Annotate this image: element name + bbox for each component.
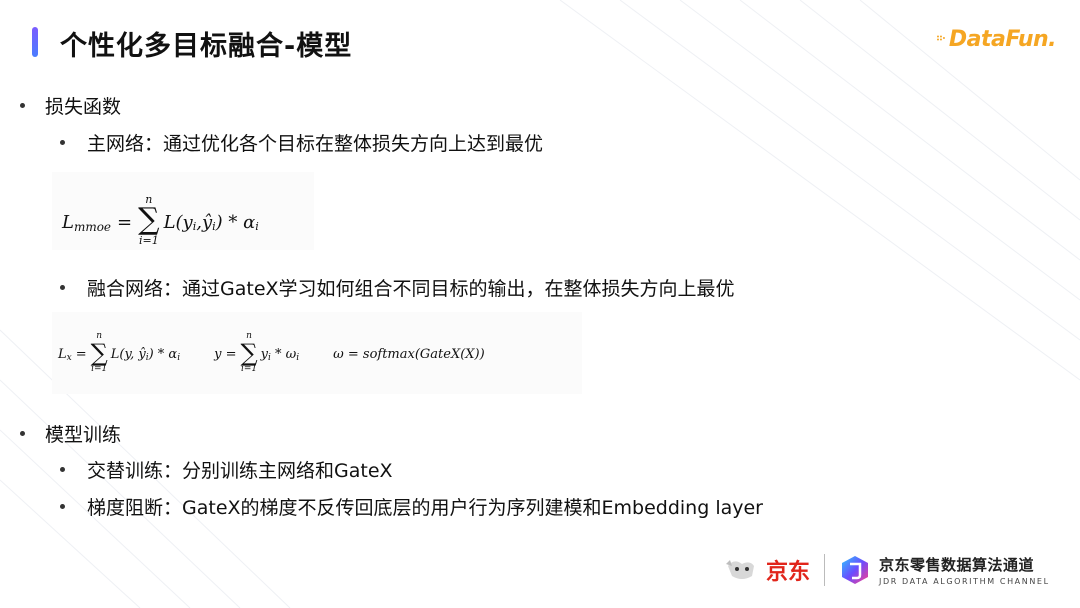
bullet-dot [60,504,65,509]
datafun-logo: DataFun. [936,22,1057,56]
jd-logo-text: 京东 [766,560,811,585]
sum-lower: i=1 [91,364,108,374]
footer-divider [824,554,826,586]
formula-term: ) * α [215,211,256,233]
formula-term: ) * α [148,346,178,362]
formula-term: L(y, ŷ [110,346,146,362]
bullet-dot [60,285,65,290]
bullet-text: 融合网络：通过GateX学习如何组合不同目标的输出，在整体损失方向上最优 [87,278,735,300]
formula-term: L(y [163,211,193,233]
section-heading: 模型训练 [45,424,122,446]
bullet-model-training: 模型训练 [20,420,121,447]
formula-subscript: x [66,352,72,363]
bullet-dot [60,467,65,472]
bullet-text: 交替训练：分别训练主网络和GateX [87,460,393,482]
section-heading: 损失函数 [45,96,122,118]
sum-lower: i=1 [138,234,159,247]
formula-symbol: L [58,346,67,362]
channel-name-cn: 京东零售数据算法通道 [879,556,1035,574]
datafun-logo-text: DataFun. [948,26,1057,52]
sum-lower: i=1 [240,364,258,374]
bullet-fusion-network: 融合网络：通过GateX学习如何组合不同目标的输出，在整体损失方向上最优 [60,274,735,301]
formula-term: * ω [270,346,297,362]
formula-term: y = [214,346,237,362]
bullet-alternate-training: 交替训练：分别训练主网络和GateX [60,456,393,483]
bullet-main-network: 主网络：通过优化各个目标在整体损失方向上达到最优 [60,129,543,156]
bullet-dot [20,103,25,108]
bullet-dot [20,431,25,436]
formula-mmoe-loss: Lmmoe = n ∑ i=1 L(y i ,ŷ i ) * αi [52,172,314,250]
slide-title: 个性化多目标融合-模型 [60,31,353,62]
bullet-text: 梯度阻断：GateX的梯度不反传回底层的用户行为序列建模和Embedding l… [87,497,763,519]
jd-dog-icon [726,560,754,579]
formula-symbol: L [62,211,74,233]
bullet-text: 主网络：通过优化各个目标在整体损失方向上达到最优 [87,133,544,155]
formula-term: ,ŷ [196,211,213,233]
jdr-channel-icon [842,556,869,584]
formula-softmax: ω = softmax(GateX(X)) [333,346,485,362]
summation-sign: n ∑ i=1 [90,331,108,374]
bullet-gradient-blocking: 梯度阻断：GateX的梯度不反传回底层的用户行为序列建模和Embedding l… [60,493,763,520]
footer-logos: 京东 京东零售数据算法通道 JDR DATA ALGORITHM CHANNEL [724,548,1054,592]
formula-subscript: mmoe [73,220,112,234]
datafun-dots-icon [936,35,945,41]
summation-sign: n ∑ i=1 [138,193,160,247]
bullet-dot [60,140,65,145]
formula-term: y [260,346,268,362]
bullet-loss-function: 损失函数 [20,92,121,119]
formula-fusion-loss: Lx = n ∑ i=1 L(y, ŷi ) * αi y = n ∑ i=1 … [52,312,582,394]
channel-name-en: JDR DATA ALGORITHM CHANNEL [879,577,1050,586]
title-accent-bar [32,27,38,57]
summation-sign: n ∑ i=1 [240,331,258,374]
